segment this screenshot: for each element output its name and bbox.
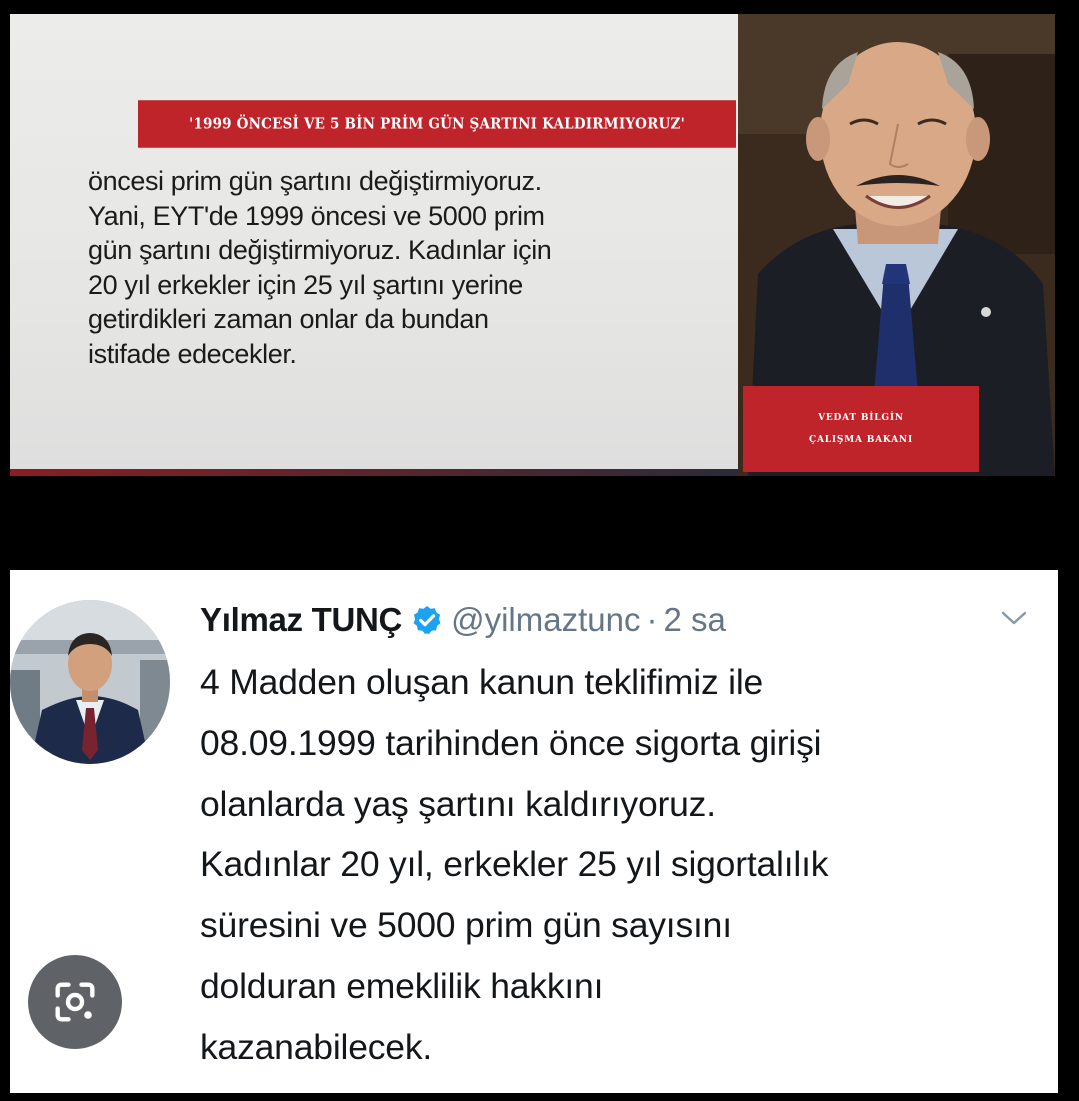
tweet-text-line: 4 Madden oluşan kanun teklifimiz ile [200, 662, 764, 702]
tweet-text-line: olanlarda yaş şartını kaldırıyoruz. [200, 783, 716, 824]
tv-headline-text: '1999 ÖNCESİ VE 5 BİN PRİM GÜN ŞARTINI K… [189, 115, 685, 133]
tweet-text-line: süresini ve 5000 prim gün sayısını [200, 905, 732, 946]
author-name[interactable]: Yılmaz TUNÇ [200, 601, 402, 639]
tweet-text-line: dolduran emeklilik hakkını [200, 965, 604, 1006]
minister-caption-box: VEDAT BİLGİN ÇALIŞMA BAKANI [743, 386, 979, 472]
meta-separator: · [646, 601, 658, 638]
quote-line: 20 yıl erkekler için 25 yıl şartını yeri… [88, 269, 523, 300]
quote-line: Yani, EYT'de 1999 öncesi ve 5000 prim [88, 200, 545, 231]
minister-photo: VEDAT BİLGİN ÇALIŞMA BAKANI [738, 14, 1055, 476]
tweet-text-line: 08.09.1999 tarihinden önce sigorta giriş… [200, 722, 822, 763]
minister-title: ÇALIŞMA BAKANI [809, 435, 913, 445]
lens-search-icon [55, 982, 95, 1022]
tv-text-panel: '1999 ÖNCESİ VE 5 BİN PRİM GÜN ŞARTINI K… [10, 14, 738, 476]
minister-name: VEDAT BİLGİN [818, 413, 904, 423]
quote-line: gün şartını değiştirmiyoruz. Kadınlar iç… [88, 235, 552, 266]
tv-news-screenshot: '1999 ÖNCESİ VE 5 BİN PRİM GÜN ŞARTINI K… [10, 14, 1055, 476]
tweet-text: 4 Madden oluşan kanun teklifimiz ile 08.… [200, 652, 1040, 1078]
tv-quote: öncesi prim gün şartını değiştirmiyoruz.… [88, 164, 708, 372]
tweet-card[interactable]: Yılmaz TUNÇ @yilmaztunc · 2 sa 4 Madden … [10, 570, 1058, 1093]
verified-badge-icon [411, 604, 443, 636]
quote-line: getirdikleri zaman onlar da bundan [88, 304, 489, 335]
tweet-timestamp[interactable]: 2 sa [663, 601, 725, 639]
avatar[interactable] [10, 600, 170, 764]
author-handle[interactable]: @yilmaztunc [451, 601, 640, 639]
quote-line: öncesi prim gün şartını değiştirmiyoruz. [88, 166, 542, 196]
tv-headline-banner: '1999 ÖNCESİ VE 5 BİN PRİM GÜN ŞARTINI K… [138, 100, 736, 148]
author-avatar-illustration [10, 600, 170, 764]
tweet-header: Yılmaz TUNÇ @yilmaztunc · 2 sa [200, 598, 726, 642]
lens-search-button[interactable] [28, 955, 122, 1049]
tv-bottom-strip [10, 469, 738, 476]
tweet-text-line: kazanabilecek. [200, 1026, 433, 1067]
quote-line: istifade edecekler. [88, 338, 297, 369]
chevron-down-icon[interactable] [1000, 608, 1028, 628]
tweet-text-line: Kadınlar 20 yıl, erkekler 25 yıl sigorta… [200, 844, 829, 885]
